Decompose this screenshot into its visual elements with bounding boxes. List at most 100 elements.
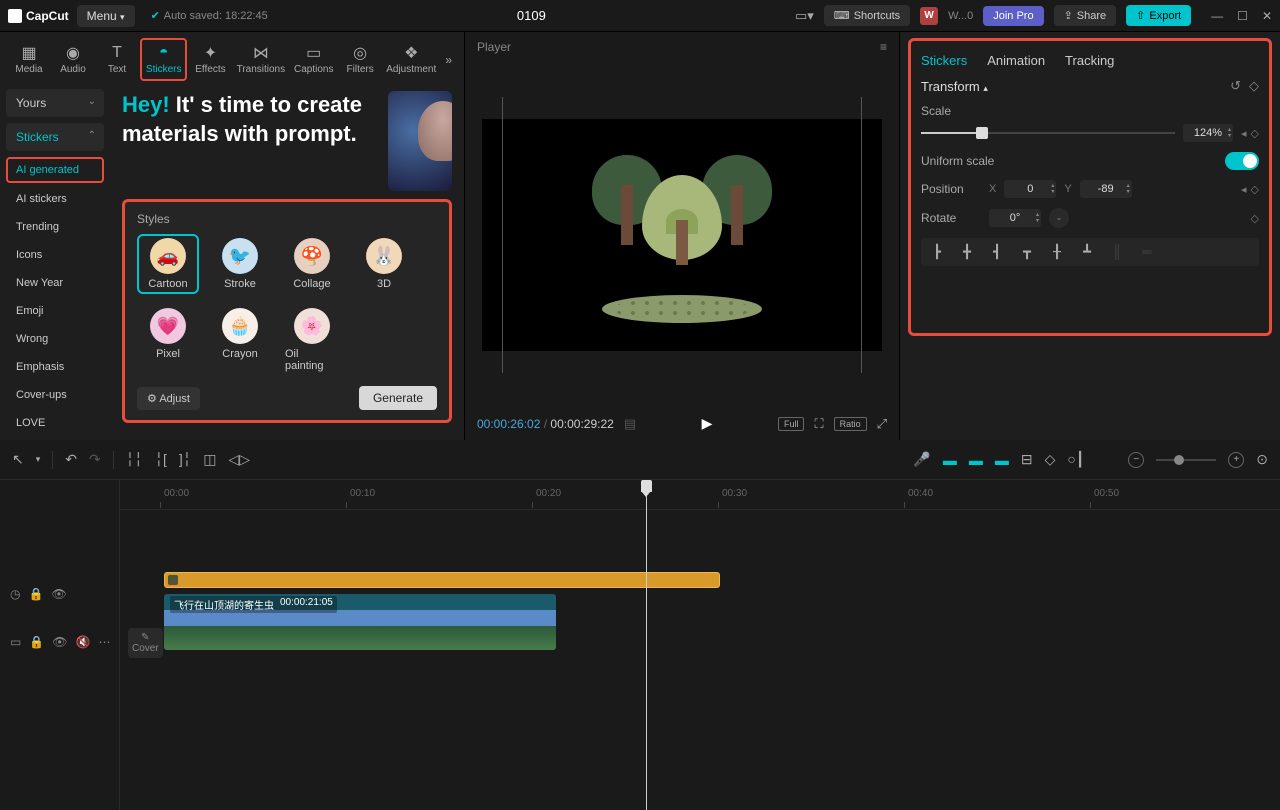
zoom-in-icon[interactable]: +: [1228, 452, 1244, 468]
adjust-button[interactable]: ⚙ Adjust: [137, 387, 200, 410]
more-icon[interactable]: ⋯: [98, 635, 110, 649]
align-top-icon[interactable]: ┳: [1017, 244, 1037, 260]
sticker-clip[interactable]: [164, 572, 720, 588]
eye-icon[interactable]: 👁: [51, 587, 66, 601]
trim-left-icon[interactable]: ╎[: [155, 451, 167, 468]
player-viewport[interactable]: [465, 62, 899, 407]
sidebar-cover-ups[interactable]: Cover-ups: [6, 383, 104, 407]
style-collage[interactable]: 🍄Collage: [281, 234, 343, 294]
position-y-input[interactable]: -89▴▾: [1080, 180, 1132, 198]
pos-kf-icon[interactable]: ◇: [1251, 183, 1259, 196]
timeline-ruler[interactable]: 00:00 00:10 00:20 00:30 00:40 00:50: [120, 480, 1280, 510]
generate-button[interactable]: Generate: [359, 386, 437, 410]
style-stroke[interactable]: 🐦Stroke: [209, 234, 271, 294]
sidebar-ai-stickers[interactable]: AI stickers: [6, 187, 104, 211]
props-tab-tracking[interactable]: Tracking: [1065, 53, 1114, 68]
scale-kf-prev-icon[interactable]: ◂: [1241, 127, 1247, 140]
player-menu-icon[interactable]: ≡: [880, 40, 887, 54]
tab-adjustment[interactable]: ❖Adjustment: [383, 40, 439, 79]
mirror-button[interactable]: -: [1049, 208, 1069, 228]
clock-icon[interactable]: ◷: [10, 587, 20, 601]
scale-value[interactable]: 124%▴▾: [1183, 124, 1233, 142]
settings-icon[interactable]: ○┃: [1067, 451, 1084, 468]
style-crayon[interactable]: 🧁Crayon: [209, 304, 271, 376]
preview-icon[interactable]: ▬: [995, 452, 1009, 468]
sidebar-emphasis[interactable]: Emphasis: [6, 355, 104, 379]
scale-kf-icon[interactable]: ◇: [1251, 127, 1259, 140]
position-x-input[interactable]: 0▴▾: [1004, 180, 1056, 198]
tab-text[interactable]: TText: [96, 40, 138, 79]
play-button[interactable]: ▶: [646, 415, 768, 432]
mute-icon[interactable]: 🔇: [76, 635, 91, 649]
sidebar-mood[interactable]: Mood: [6, 439, 104, 440]
user-avatar[interactable]: W: [920, 7, 938, 25]
video-track-icon[interactable]: ▭: [10, 635, 21, 649]
share-button[interactable]: ⇪ Share: [1054, 5, 1117, 26]
link-icon[interactable]: ▬: [969, 452, 983, 468]
tab-captions[interactable]: ▭Captions: [290, 40, 337, 79]
close-icon[interactable]: ✕: [1262, 9, 1272, 23]
marker-icon[interactable]: ◇: [1045, 451, 1056, 468]
more-tabs-icon[interactable]: »: [441, 49, 456, 71]
tab-stickers[interactable]: ◓Stickers: [140, 38, 187, 81]
redo-icon[interactable]: ↷: [89, 451, 101, 468]
export-button[interactable]: ⇧ Export: [1126, 5, 1191, 26]
tab-audio[interactable]: ◉Audio: [52, 40, 94, 79]
split-icon[interactable]: ╎╎: [126, 451, 143, 468]
sidebar-love[interactable]: LOVE: [6, 411, 104, 435]
sidebar-icons[interactable]: Icons: [6, 243, 104, 267]
sidebar-ai-generated[interactable]: AI generated: [6, 157, 104, 183]
compare-icon[interactable]: ▤: [624, 416, 636, 432]
full-button[interactable]: Full: [778, 417, 805, 431]
lock-icon[interactable]: 🔒: [29, 635, 44, 649]
sidebar-wrong[interactable]: Wrong: [6, 327, 104, 351]
maximize-icon[interactable]: ☐: [1237, 9, 1248, 23]
props-tab-animation[interactable]: Animation: [987, 53, 1045, 68]
pointer-tool-icon[interactable]: ↖: [12, 451, 24, 468]
mirror-tool-icon[interactable]: ◁▷: [228, 451, 250, 468]
playhead[interactable]: [646, 480, 647, 810]
sidebar-yours[interactable]: Yours⌄: [6, 89, 104, 117]
sidebar-new-year[interactable]: New Year: [6, 271, 104, 295]
keyframe-icon[interactable]: ◇: [1249, 78, 1259, 94]
timeline-tracks-area[interactable]: 00:00 00:10 00:20 00:30 00:40 00:50 飞行在山…: [120, 480, 1280, 810]
menu-button[interactable]: Menu ▾: [77, 5, 135, 27]
align-bottom-icon[interactable]: ┻: [1077, 244, 1097, 260]
mic-icon[interactable]: 🎤: [913, 451, 930, 468]
style-3d[interactable]: 🐰3D: [353, 234, 415, 294]
tab-transitions[interactable]: ⋈Transitions: [233, 40, 288, 79]
reset-icon[interactable]: ↺: [1230, 78, 1241, 94]
crop-icon[interactable]: ⛶: [814, 416, 823, 432]
crop-tool-icon[interactable]: ◫: [203, 451, 216, 468]
style-pixel[interactable]: 💗Pixel: [137, 304, 199, 376]
pointer-dropdown-icon[interactable]: ▾: [36, 454, 41, 465]
uniform-scale-toggle[interactable]: [1225, 152, 1259, 170]
fullscreen-icon[interactable]: ⤢: [877, 416, 887, 432]
ratio-button[interactable]: Ratio: [834, 417, 867, 431]
rotate-input[interactable]: 0°▴▾: [989, 209, 1041, 227]
sidebar-stickers[interactable]: Stickers⌃: [6, 123, 104, 151]
pos-kf-prev-icon[interactable]: ◂: [1241, 183, 1247, 196]
trim-right-icon[interactable]: ]╎: [179, 451, 191, 468]
props-tab-stickers[interactable]: Stickers: [921, 53, 967, 68]
rot-kf-icon[interactable]: ◇: [1251, 212, 1259, 225]
sidebar-trending[interactable]: Trending: [6, 215, 104, 239]
aspect-icon[interactable]: ▭▾: [795, 8, 814, 24]
style-cartoon[interactable]: 🚗Cartoon: [137, 234, 199, 294]
align-center-v-icon[interactable]: ╂: [1047, 244, 1067, 260]
eye-icon[interactable]: 👁: [52, 635, 67, 649]
undo-icon[interactable]: ↶: [65, 451, 77, 468]
tab-media[interactable]: ▦Media: [8, 40, 50, 79]
fit-icon[interactable]: ⊙: [1256, 451, 1268, 468]
minimize-icon[interactable]: —: [1211, 9, 1223, 23]
tab-filters[interactable]: ◎Filters: [339, 40, 381, 79]
zoom-out-icon[interactable]: −: [1128, 452, 1144, 468]
lock-icon[interactable]: 🔒: [28, 587, 43, 601]
style-oil-painting[interactable]: 🌸Oil painting: [281, 304, 343, 376]
align-right-icon[interactable]: ┫: [987, 244, 1007, 260]
track-icon[interactable]: ⊟: [1021, 451, 1033, 468]
align-center-h-icon[interactable]: ╋: [957, 244, 977, 260]
scale-slider[interactable]: [921, 132, 1175, 134]
transform-header[interactable]: Transform ▴ ↺ ◇: [921, 78, 1259, 94]
sidebar-emoji[interactable]: Emoji: [6, 299, 104, 323]
